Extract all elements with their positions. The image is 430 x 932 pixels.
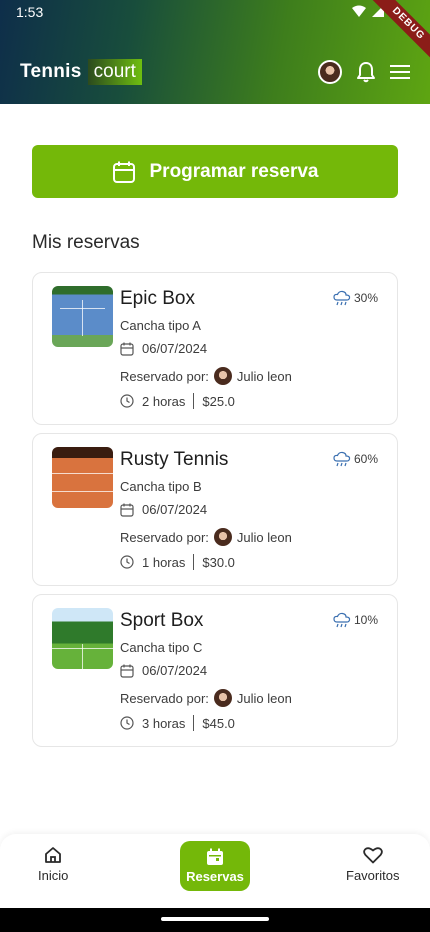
user-avatar [213,528,232,546]
nav-label-favoritos: Favoritos [346,868,400,883]
duration: 3 horas [142,715,186,731]
nav-item-reservas[interactable]: Reservas [180,841,250,891]
app-header: 1:53 DEBUG Tennis court [0,0,430,104]
reservation-card[interactable]: Epic Box 30% Cancha tipo A 06/07/2024 Re… [32,272,398,425]
reservation-date-row: 06/07/2024 [120,341,207,356]
price: $45.0 [202,715,235,731]
clock-icon [120,555,134,569]
rain-forecast: 30% [333,290,378,306]
reservation-date-row: 06/07/2024 [120,663,207,678]
booked-by-row: Reservado por: Julio leon [120,689,292,707]
divider [193,715,195,731]
court-thumbnail [52,447,113,508]
court-type: Cancha tipo C [120,640,203,655]
heart-icon [362,847,383,864]
rain-chance: 10% [353,613,378,627]
court-thumbnail [52,286,113,347]
nav-item-favoritos[interactable]: Favoritos [346,846,399,883]
menu-icon[interactable] [390,64,410,80]
divider [193,393,195,409]
calendar-icon [120,342,134,356]
profile-avatar[interactable] [318,60,342,84]
court-name: Epic Box [120,288,195,309]
brand-court: court [87,59,142,85]
duration-price-row: 2 horas $25.0 [120,393,235,409]
court-type: Cancha tipo A [120,318,201,333]
rain-forecast: 60% [333,451,378,467]
court-thumbnail [52,608,113,669]
nav-label-inicio: Inicio [38,868,69,883]
header-actions [318,60,410,84]
brand-logo: Tennis court [20,59,142,85]
price: $30.0 [202,554,235,570]
booked-by-name: Julio leon [236,529,292,545]
bottom-navigation: Inicio Reservas Favoritos [0,834,430,908]
user-avatar [213,367,232,385]
home-icon [45,847,62,863]
clock-icon [120,394,134,408]
booked-by-label: Reservado por: [120,690,209,706]
reservation-card[interactable]: Sport Box 10% Cancha tipo C 06/07/2024 R… [32,594,398,747]
section-title: Mis reservas [32,232,140,253]
booked-by-name: Julio leon [236,690,292,706]
booked-by-name: Julio leon [236,368,292,384]
clock-icon [120,716,134,730]
reservation-card[interactable]: Rusty Tennis 60% Cancha tipo B 06/07/202… [32,433,398,586]
court-name: Sport Box [120,610,204,631]
status-time: 1:53 [16,4,44,20]
duration: 2 horas [142,393,186,409]
booked-by-row: Reservado por: Julio leon [120,367,292,385]
duration: 1 horas [142,554,186,570]
rain-forecast: 10% [333,612,378,628]
rain-cloud-icon [333,451,351,467]
nav-item-inicio[interactable]: Inicio [38,846,68,883]
duration-price-row: 1 horas $30.0 [120,554,235,570]
rain-cloud-icon [333,290,351,306]
user-avatar [213,689,232,707]
reservation-date: 06/07/2024 [142,502,208,517]
rain-chance: 60% [353,452,378,466]
calendar-icon [207,848,223,865]
schedule-reservation-label: Programar reserva [149,160,319,182]
court-type: Cancha tipo B [120,479,202,494]
home-indicator[interactable] [161,917,269,921]
calendar-icon [112,161,135,183]
bell-icon[interactable] [356,61,376,83]
divider [193,554,195,570]
brand-tennis: Tennis [20,61,82,82]
booked-by-row: Reservado por: Julio leon [120,528,292,546]
calendar-icon [120,664,134,678]
calendar-icon [120,503,134,517]
duration-price-row: 3 horas $45.0 [120,715,235,731]
reservation-date: 06/07/2024 [142,663,208,678]
reservation-date: 06/07/2024 [142,341,208,356]
price: $25.0 [202,393,235,409]
schedule-reservation-button[interactable]: Programar reserva [32,145,398,198]
reservation-date-row: 06/07/2024 [120,502,207,517]
court-name: Rusty Tennis [120,449,229,470]
system-navigation-bar [0,908,430,932]
booked-by-label: Reservado por: [120,529,209,545]
booked-by-label: Reservado por: [120,368,209,384]
wifi-icon [352,5,366,17]
rain-cloud-icon [333,612,351,628]
rain-chance: 30% [353,291,378,305]
status-bar: 1:53 [0,0,430,24]
nav-label-reservas: Reservas [186,869,244,884]
